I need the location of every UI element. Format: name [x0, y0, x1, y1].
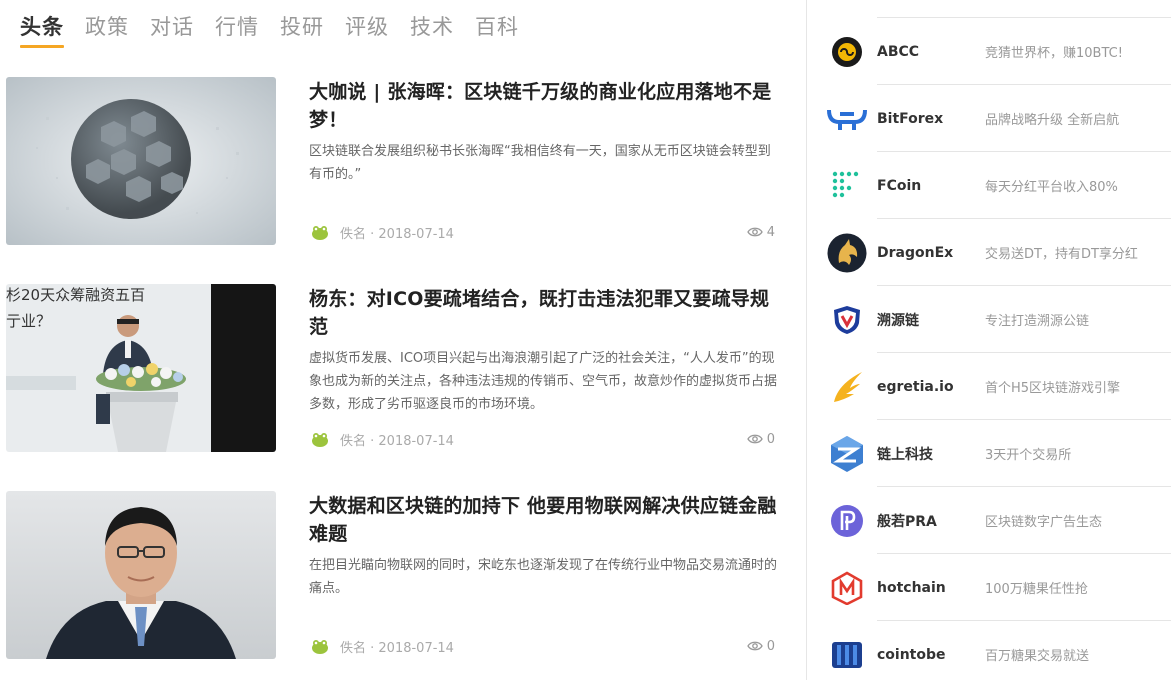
article-meta: 佚名 · 2018-07-14 0	[309, 428, 779, 450]
view-count: 0	[746, 639, 775, 654]
exchange-item-suyuanlian[interactable]: 溯源链 专注打造溯源公链	[807, 286, 1171, 353]
exchange-name: BitForex	[877, 110, 944, 127]
article-title[interactable]: 大咖说 | 张海晖：区块链千万级的商业化应用落地不是梦！	[309, 78, 779, 134]
tab-technology[interactable]: 技术	[410, 10, 454, 48]
author-avatar-icon	[310, 429, 330, 449]
category-tabs: 头条 政策 对话 行情 投研 评级 技术 百科	[20, 10, 540, 50]
egretia-logo-icon	[827, 367, 867, 407]
exchange-name: cointobe	[877, 646, 946, 663]
suyuanlian-logo-icon	[827, 300, 867, 340]
exchange-item-egretia[interactable]: egretia.io 首个H5区块链游戏引擎	[807, 353, 1171, 420]
article-thumbnail[interactable]: 杉20天众筹融资五百 亍业？	[6, 284, 276, 452]
thumbnail-caption: 杉20天众筹融资五百	[6, 286, 145, 304]
article-meta: 佚名 · 2018-07-14 0	[309, 635, 779, 657]
exchange-name: egretia.io	[877, 378, 954, 395]
exchange-slogan: 区块链数字广告生态	[985, 515, 1103, 530]
hotchain-logo-icon	[827, 568, 867, 608]
article-thumbnail[interactable]	[6, 491, 276, 659]
bitforex-logo-icon	[827, 99, 867, 139]
article-body: 大数据和区块链的加持下 他要用物联网解决供应链金融难题 在把目光瞄向物联网的同时…	[309, 491, 779, 659]
author-avatar-icon	[310, 636, 330, 656]
tab-rating[interactable]: 评级	[345, 10, 389, 48]
abcc-logo-icon	[827, 32, 867, 72]
exchange-slogan: 竞猜世界杯，赚10BTC!	[985, 46, 1123, 61]
article-summary: 虚拟货币发展、ICO项目兴起与出海浪潮引起了广泛的社会关注，“人人发币”的现象也…	[309, 351, 778, 412]
tab-dialogue[interactable]: 对话	[150, 10, 194, 48]
thumbnail-caption-2: 亍业？	[6, 312, 51, 330]
exchange-slogan: 百万糖果交易就送	[985, 649, 1090, 664]
tab-encyclopedia[interactable]: 百科	[475, 10, 519, 48]
exchange-name: ABCC	[877, 43, 920, 60]
exchange-slogan: 专注打造溯源公链	[985, 314, 1090, 329]
article-author-date: 佚名 · 2018-07-14	[340, 640, 454, 656]
article-summary: 区块链联合发展组织秘书长张海晖“我相信终有一天，国家从无币区块链会转型到有币的。…	[309, 144, 771, 182]
exchange-slogan: 品牌战略升级 全新启航	[985, 113, 1120, 128]
article-meta: 佚名 · 2018-07-14 4	[309, 221, 779, 243]
exchange-slogan: 首个H5区块链游戏引擎	[985, 381, 1121, 396]
tab-research[interactable]: 投研	[280, 10, 324, 48]
exchange-item-bitforex[interactable]: BitForex 品牌战略升级 全新启航	[807, 85, 1171, 152]
article-title[interactable]: 杨东：对ICO要疏堵结合，既打击违法犯罪又要疏导规范	[309, 285, 779, 341]
exchange-item-cointobe[interactable]: cointobe 百万糖果交易就送	[807, 621, 1171, 680]
tab-policy[interactable]: 政策	[85, 10, 129, 48]
exchange-slogan: 3天开个交易所	[985, 448, 1072, 463]
article-item[interactable]: 杉20天众筹融资五百 亍业？ 杨东：对ICO要疏堵结合，既打击违法犯罪又要疏导规…	[6, 284, 781, 452]
lianshang-logo-icon	[827, 434, 867, 474]
exchange-slogan: 交易送DT，持有DT享分红	[985, 247, 1138, 262]
article-author-date: 佚名 · 2018-07-14	[340, 226, 454, 242]
article-author-date: 佚名 · 2018-07-14	[340, 433, 454, 449]
exchange-slogan: 每天分红平台收入80%	[985, 180, 1118, 195]
news-column: 头条 政策 对话 行情 投研 评级 技术 百科 大咖说 | 张海晖：区块链千万级…	[0, 0, 806, 680]
eye-icon	[746, 434, 763, 444]
exchange-item-hotchain[interactable]: hotchain 100万糖果任性抢	[807, 554, 1171, 621]
article-item[interactable]: 大咖说 | 张海晖：区块链千万级的商业化应用落地不是梦！ 区块链联合发展组织秘书…	[6, 77, 781, 245]
exchange-item-lianshang[interactable]: 链上科技 3天开个交易所	[807, 420, 1171, 487]
article-body: 杨东：对ICO要疏堵结合，既打击违法犯罪又要疏导规范 虚拟货币发展、ICO项目兴…	[309, 284, 779, 452]
exchange-name: DragonEx	[877, 244, 954, 261]
tab-headlines[interactable]: 头条	[20, 10, 64, 48]
eye-icon	[746, 641, 763, 651]
exchange-name: 链上科技	[877, 446, 933, 463]
author-avatar-icon	[310, 222, 330, 242]
exchange-sidebar: ABCC 竞猜世界杯，赚10BTC! BitForex 品牌战略升级 全新启航	[807, 0, 1171, 680]
exchange-item-dragonex[interactable]: DragonEx 交易送DT，持有DT享分红	[807, 219, 1171, 286]
article-body: 大咖说 | 张海晖：区块链千万级的商业化应用落地不是梦！ 区块链联合发展组织秘书…	[309, 77, 779, 245]
exchange-name: 般若PRA	[877, 513, 937, 530]
view-count: 4	[746, 225, 775, 240]
exchange-name: 溯源链	[877, 312, 919, 329]
pra-logo-icon	[827, 501, 867, 541]
page: 头条 政策 对话 行情 投研 评级 技术 百科 大咖说 | 张海晖：区块链千万级…	[0, 0, 1171, 680]
cointobe-logo-icon	[827, 635, 867, 675]
tab-market[interactable]: 行情	[215, 10, 259, 48]
article-thumbnail[interactable]	[6, 77, 276, 245]
eye-icon	[746, 227, 763, 237]
exchange-name: FCoin	[877, 177, 922, 194]
article-summary: 在把目光瞄向物联网的同时，宋屹东也逐渐发现了在传统行业中物品交易流通时的痛点。	[309, 558, 778, 596]
fcoin-logo-icon	[827, 166, 867, 206]
dragonex-logo-icon	[827, 233, 867, 273]
exchange-item-fcoin[interactable]: FCoin 每天分红平台收入80%	[807, 152, 1171, 219]
exchange-slogan: 100万糖果任性抢	[985, 582, 1088, 597]
exchange-item-pra[interactable]: 般若PRA 区块链数字广告生态	[807, 487, 1171, 554]
exchange-name: hotchain	[877, 579, 946, 596]
article-title[interactable]: 大数据和区块链的加持下 他要用物联网解决供应链金融难题	[309, 492, 779, 548]
view-count: 0	[746, 432, 775, 447]
article-item[interactable]: 大数据和区块链的加持下 他要用物联网解决供应链金融难题 在把目光瞄向物联网的同时…	[6, 491, 781, 659]
exchange-item-abcc[interactable]: ABCC 竞猜世界杯，赚10BTC!	[807, 18, 1171, 85]
